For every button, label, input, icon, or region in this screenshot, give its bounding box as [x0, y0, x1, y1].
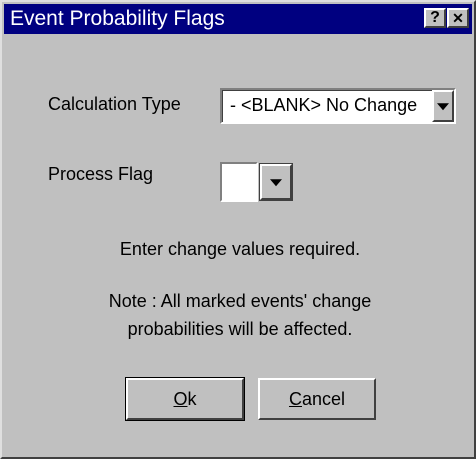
help-button[interactable]: ? [424, 8, 446, 28]
close-icon: ✕ [452, 10, 464, 26]
window-title: Event Probability Flags [10, 7, 225, 30]
process-flag-value-box[interactable] [220, 162, 258, 202]
calculation-type-label: Calculation Type [48, 94, 181, 114]
process-flag-label: Process Flag [48, 164, 154, 184]
calculation-type-select[interactable]: - <BLANK> No Change [220, 88, 456, 124]
note-line-1: Note : All marked events' change [108, 291, 372, 311]
chevron-down-icon [437, 103, 449, 111]
note-line-2: probabilities will be affected. [127, 319, 353, 339]
help-icon: ? [430, 9, 440, 26]
ok-button-label: Ok [173, 389, 197, 409]
process-flag-dropdown-button[interactable] [259, 163, 293, 201]
cancel-button[interactable]: Cancel [258, 378, 376, 420]
instruction-text: Enter change values required. [119, 239, 361, 259]
cancel-button-label: Cancel [288, 389, 346, 409]
event-probability-flags-dialog: Event Probability Flags ? ✕ Calculation … [0, 0, 476, 459]
calculation-type-dropdown-button[interactable] [432, 90, 454, 122]
close-button[interactable]: ✕ [447, 8, 469, 28]
ok-button[interactable]: Ok [125, 377, 245, 421]
title-bar[interactable]: Event Probability Flags ? ✕ [4, 4, 472, 34]
chevron-down-icon [270, 179, 282, 187]
calculation-type-value: - <BLANK> No Change [230, 95, 418, 115]
process-flag-select[interactable] [220, 162, 294, 202]
